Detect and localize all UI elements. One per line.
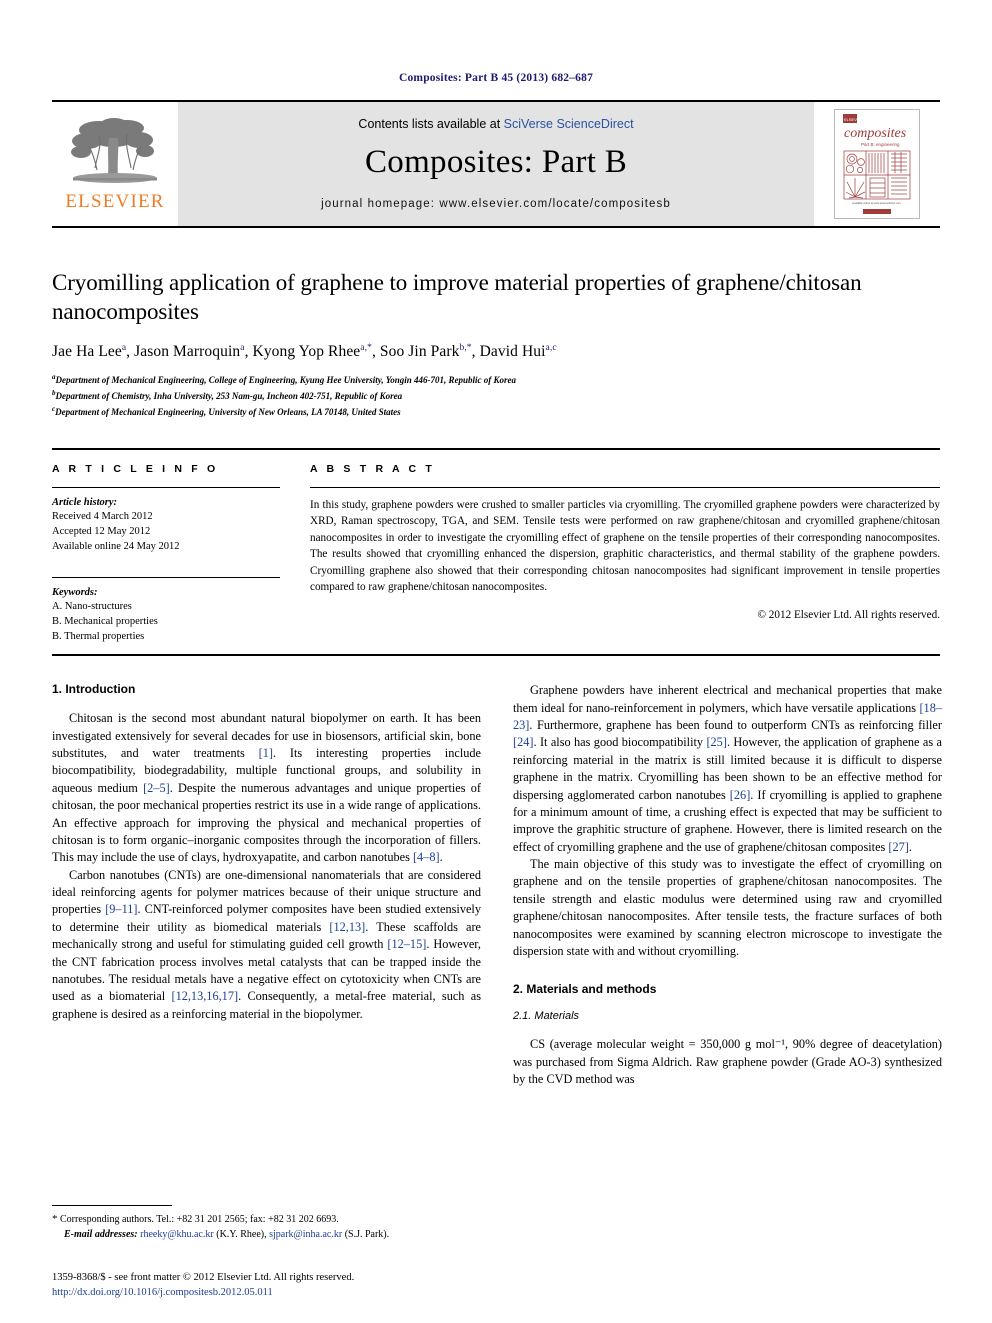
body-columns: 1. Introduction Chitosan is the second m… (52, 682, 942, 1242)
copyright-line: © 2012 Elsevier Ltd. All rights reserved… (757, 608, 941, 621)
section-heading-introduction: 1. Introduction (52, 682, 136, 697)
paragraph: Graphene powders have inherent electrica… (513, 683, 942, 854)
email-link-rhee[interactable]: rheeky@khu.ac.kr (140, 1229, 214, 1240)
email-owner-rhee: (K.Y. Rhee), (216, 1229, 267, 1241)
author-affiliation-marker: a,c (545, 342, 557, 353)
email-link-park[interactable]: sjpark@inha.ac.kr (269, 1229, 342, 1240)
article-history-item: Accepted 12 May 2012 (52, 526, 151, 538)
author-name: Soo Jin Park (379, 343, 460, 361)
info-abstract-region: A R T I C L E I N F O Article history: R… (52, 447, 940, 644)
issn-copyright-line: 1359-8368/$ - see front matter © 2012 El… (52, 1271, 355, 1283)
keywords-label: Keywords: (52, 586, 98, 598)
abstract-text: In this study, graphene powders were cru… (310, 498, 940, 594)
author-affiliation-marker: a (240, 342, 245, 353)
author-affiliation-marker: b,* (459, 342, 472, 353)
keywords-list: A. Nano-structures B. Mechanical properti… (52, 599, 280, 645)
affiliation-item: cDepartment of Mechanical Engineering, U… (52, 404, 401, 417)
footnote-rule (52, 1204, 172, 1206)
journal-homepage-link[interactable]: journal homepage: www.elsevier.com/locat… (321, 198, 671, 210)
affiliation-item: bDepartment of Chemistry, Inha Universit… (52, 388, 403, 401)
page-footer: 1359-8368/$ - see front matter © 2012 El… (52, 1270, 492, 1302)
title-block: Cryomilling application of graphene to i… (52, 268, 940, 420)
sciencedirect-link[interactable]: SciVerse ScienceDirect (504, 117, 634, 131)
article-info-heading: A R T I C L E I N F O (52, 462, 219, 475)
keyword-item[interactable]: B. Mechanical properties (52, 614, 280, 629)
corresponding-authors-text: Corresponding authors. Tel.: +82 31 201 … (60, 1213, 339, 1225)
keywords-top-rule (52, 576, 280, 578)
footnote-block: * Corresponding authors. Tel.: +82 31 20… (52, 1204, 481, 1243)
svg-text:Available online at www.scienc: Available online at www.sciencedirect.co… (852, 201, 901, 205)
article-history-item: Received 4 March 2012 (52, 510, 153, 522)
paragraph: Carbon nanotubes (CNTs) are one-dimensio… (52, 867, 482, 1021)
journal-cover-thumbnail: ELSEVIER composites Part B: engineering (834, 109, 920, 219)
paragraph: CS (average molecular weight = 350,000 g… (513, 1037, 942, 1087)
masthead-center: Contents lists available at SciVerse Sci… (178, 102, 814, 226)
author-name: Jason Marroquin (134, 343, 241, 361)
article-info-top-rule (52, 486, 280, 488)
citation-ref[interactable]: [9–11] (105, 902, 137, 916)
doi-link[interactable]: http://dx.doi.org/10.1016/j.compositesb.… (52, 1285, 492, 1301)
page-title: Cryomilling application of graphene to i… (52, 270, 862, 325)
affiliation-list: aDepartment of Mechanical Engineering, C… (52, 372, 940, 420)
affiliation-item: aDepartment of Mechanical Engineering, C… (52, 373, 517, 386)
cover-artwork: ELSEVIER composites Part B: engineering (835, 110, 919, 218)
article-history-label: Article history: (52, 496, 118, 508)
section-heading-materials-and-methods: 2. Materials and methods (513, 982, 657, 997)
abstract-top-rule (310, 486, 940, 488)
keyword-item[interactable]: A. Nano-structures (52, 599, 280, 614)
subsection-heading-materials: 2.1. Materials (513, 1010, 580, 1023)
footnote-star: * (52, 1212, 58, 1225)
author-name: Jae Ha Lee (52, 343, 122, 361)
keyword-item[interactable]: B. Thermal properties (52, 629, 280, 644)
elsevier-wordmark: ELSEVIER (65, 190, 165, 212)
email-addresses-note: E-mail addresses: rheeky@khu.ac.kr (K.Y.… (52, 1227, 481, 1242)
article-history-item: Available online 24 May 2012 (52, 541, 180, 553)
article-info-column: A R T I C L E I N F O Article history: R… (52, 463, 280, 644)
citation-ref[interactable]: [2–5] (143, 781, 170, 795)
citation-ref[interactable]: [24] (513, 735, 534, 749)
journal-masthead: ELSEVIER Contents lists available at Sci… (52, 100, 940, 228)
contents-prefix: Contents lists available at (358, 116, 504, 131)
citation-ref[interactable]: [12–15] (387, 937, 426, 951)
author-name: David Hui (479, 343, 546, 361)
email-owner-park: (S.J. Park). (344, 1229, 390, 1241)
contents-available-line: Contents lists available at SciVerse Sci… (358, 117, 633, 131)
author-affiliation-marker: a (121, 342, 127, 353)
citation-ref[interactable]: [12,13] (329, 920, 365, 934)
publisher-logo: ELSEVIER (52, 102, 178, 226)
citation-ref[interactable]: [12,13,16,17] (171, 989, 238, 1003)
author-affiliation-marker: a,* (360, 342, 372, 353)
running-head: Composites: Part B 45 (2013) 682–687 (398, 72, 594, 84)
left-column: 1. Introduction Chitosan is the second m… (52, 682, 481, 1242)
author-name: Kyong Yop Rhee (252, 343, 361, 361)
citation-ref[interactable]: [4–8] (413, 850, 440, 864)
paragraph: Chitosan is the second most abundant nat… (52, 711, 482, 865)
citation-ref[interactable]: [1] (259, 746, 273, 760)
svg-text:ELSEVIER: ELSEVIER (844, 117, 864, 122)
right-column: Graphene powders have inherent electrica… (513, 682, 942, 1242)
corresponding-authors-note: * Corresponding authors. Tel.: +82 31 20… (52, 1211, 481, 1228)
journal-title: Composites: Part B (364, 143, 628, 180)
author-list: Jae Ha Leea, Jason Marroquina, Kyong Yop… (52, 342, 557, 361)
elsevier-tree-icon (71, 117, 157, 183)
paragraph: The main objective of this study was to … (513, 857, 942, 959)
svg-text:Part B: engineering: Part B: engineering (861, 142, 900, 147)
citation-ref[interactable]: [25] (706, 735, 727, 749)
abstract-column: A B S T R A C T In this study, graphene … (310, 463, 940, 644)
abstract-heading: A B S T R A C T (310, 462, 435, 475)
article-first-page: Composites: Part B 45 (2013) 682–687 ELS… (0, 0, 992, 1323)
citation-ref[interactable]: [26] (730, 788, 751, 802)
citation-ref[interactable]: [27] (888, 840, 909, 854)
abstract-bottom-rule (52, 654, 940, 657)
citation-ref[interactable]: [18–23] (513, 701, 942, 732)
article-history-list: Received 4 March 2012 Accepted 12 May 201… (52, 509, 280, 555)
svg-text:composites: composites (844, 126, 907, 141)
journal-cover-container: ELSEVIER composites Part B: engineering (814, 102, 940, 226)
email-addresses-label: E-mail addresses: (64, 1229, 138, 1241)
